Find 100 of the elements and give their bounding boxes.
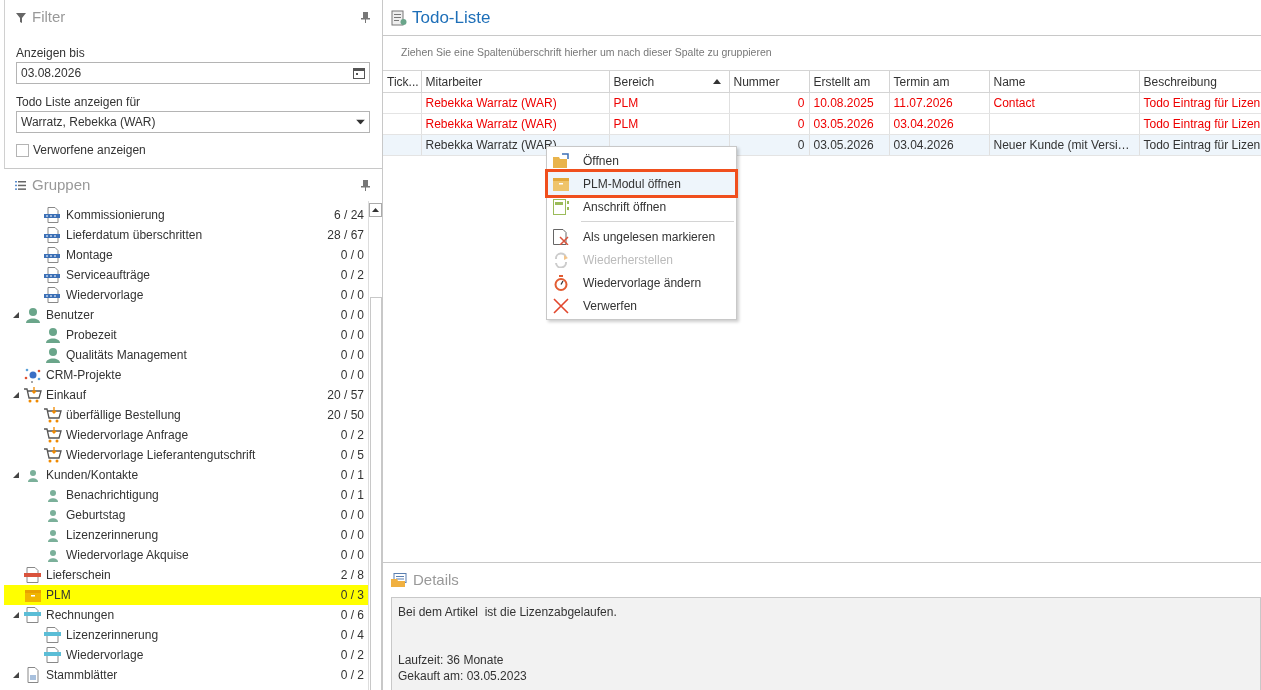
- tree-item[interactable]: PLM 0 / 3: [4, 585, 368, 605]
- tree-item[interactable]: Serviceaufträge 0 / 2: [4, 265, 368, 285]
- count-label: 28 / 67: [327, 227, 364, 244]
- count-label: 0 / 2: [340, 267, 364, 284]
- menu-item[interactable]: Verwerfen: [548, 294, 735, 317]
- box-icon: [24, 587, 42, 603]
- tree-item[interactable]: Lieferdatum überschritten 28 / 67: [4, 225, 368, 245]
- table-cell: 10.08.2025: [813, 96, 874, 110]
- table-cell: Todo Eintrag für Lizen: [1143, 138, 1261, 152]
- checklist-icon: [391, 9, 407, 26]
- tree-item[interactable]: Benutzer 0 / 0: [4, 305, 368, 325]
- folder-icon: [553, 152, 569, 169]
- tree-item[interactable]: Montage 0 / 0: [4, 245, 368, 265]
- table-cell: 0: [797, 138, 805, 152]
- tree-item[interactable]: Lieferschein 2 / 8: [4, 565, 368, 585]
- count-label: 20 / 57: [327, 387, 364, 404]
- document-icon: [44, 207, 62, 223]
- table-row[interactable]: Rebekka Warratz (WAR) PLM 0 10.08.2025 11.07.2026 Contact Todo Eintrag für Lizen: [383, 92, 1261, 114]
- table-cell: Todo Eintrag für Lizen: [1143, 96, 1261, 110]
- panel-title: Todo-Liste: [412, 6, 491, 29]
- count-label: 0 / 5: [340, 447, 364, 464]
- tree-item[interactable]: überfällige Bestellung 20 / 50: [4, 405, 368, 425]
- column-header[interactable]: Nummer: [729, 70, 809, 93]
- checkbox-label: Verworfene anzeigen: [33, 142, 146, 159]
- count-label: 0 / 1: [340, 487, 364, 504]
- table-cell: PLM: [613, 96, 639, 110]
- envelope-cross-icon: [553, 228, 569, 245]
- tree-item[interactable]: Lizenzerinnerung 0 / 0: [4, 525, 368, 545]
- tree-item[interactable]: Wiedervorlage Akquise 0 / 0: [4, 545, 368, 565]
- calendar-icon: [353, 67, 365, 79]
- column-header[interactable]: Termin am: [889, 70, 989, 93]
- tree-item[interactable]: Wiedervorlage Lieferantengutschrift 0 / 5: [4, 445, 368, 465]
- details-text: Gekauft am: 03.05.2023: [398, 668, 528, 684]
- field-label: Todo Liste anzeigen für: [16, 94, 142, 109]
- expanded-arrow-icon: [13, 612, 19, 618]
- tree-item[interactable]: Stammblätter 0 / 2: [4, 665, 368, 685]
- tree-item[interactable]: Benachrichtigung 0 / 1: [4, 485, 368, 505]
- expanded-arrow-icon: [13, 312, 19, 318]
- expanded-arrow-icon: [13, 672, 19, 678]
- tree-item[interactable]: Wiedervorlage Anfrage 0 / 2: [4, 425, 368, 445]
- panel-title: Filter: [32, 7, 66, 28]
- tree-item[interactable]: Qualitäts Management 0 / 0: [4, 345, 368, 365]
- menu-item[interactable]: Wiedervorlage ändern: [548, 271, 735, 294]
- tree-item[interactable]: Einkauf 20 / 57: [4, 385, 368, 405]
- tree-item[interactable]: Geburtstag 0 / 0: [4, 505, 368, 525]
- menu-item[interactable]: Anschrift öffnen: [548, 195, 735, 218]
- count-label: 0 / 2: [340, 667, 364, 684]
- list-icon: [15, 180, 26, 190]
- document-icon: [44, 647, 62, 663]
- count-label: 0 / 2: [340, 427, 364, 444]
- filter-icon: [16, 12, 26, 23]
- column-header[interactable]: Tick...: [383, 70, 421, 93]
- person-icon: [44, 327, 62, 343]
- count-label: 0 / 6: [340, 607, 364, 624]
- scroll-up-button[interactable]: [369, 203, 382, 217]
- tree-item[interactable]: Probezeit 0 / 0: [4, 325, 368, 345]
- panel-title: Gruppen: [32, 174, 91, 195]
- document-icon: [44, 627, 62, 643]
- tree-item[interactable]: Rechnungen 0 / 6: [4, 605, 368, 625]
- scrollbar-thumb[interactable]: [369, 297, 382, 690]
- table-cell: 03.05.2026: [813, 138, 874, 152]
- tree-item[interactable]: CRM-Projekte 0 / 0: [4, 365, 368, 385]
- count-label: 2 / 8: [340, 567, 364, 584]
- pin-icon: [361, 179, 370, 191]
- column-header[interactable]: Beschreibung: [1139, 70, 1261, 93]
- tree-item[interactable]: Lizenzerinnerung 0 / 4: [4, 625, 368, 645]
- person-icon: [24, 307, 42, 323]
- address-card-icon: [553, 198, 569, 215]
- count-label: 0 / 0: [340, 547, 364, 564]
- date-field[interactable]: 03.08.2026: [16, 62, 370, 84]
- dropdown-arrow-icon: [356, 119, 365, 125]
- table-row[interactable]: Rebekka Warratz (WAR) PLM 0 03.05.2026 03.04.2026 Todo Eintrag für Lizen: [383, 113, 1261, 135]
- panel-title: Details: [413, 569, 459, 590]
- table-cell: Neuer Kunde (mit Versi…: [993, 138, 1130, 152]
- column-header[interactable]: Mitarbeiter: [421, 70, 609, 93]
- tree-item[interactable]: Kunden/Kontakte 0 / 1: [4, 465, 368, 485]
- count-label: 0 / 2: [340, 647, 364, 664]
- table-cell: 03.05.2026: [813, 117, 874, 131]
- tree-item[interactable]: Wiedervorlage 0 / 2: [4, 645, 368, 665]
- table-cell: Contact: [993, 96, 1035, 110]
- scroll-up-icon: [372, 208, 379, 212]
- details-text: Bei dem Artikel ist die Lizenzabgelaufen.: [398, 604, 618, 620]
- menu-item[interactable]: Als ungelesen markieren: [548, 225, 735, 248]
- person-dropdown[interactable]: Warratz, Rebekka (WAR): [16, 111, 370, 133]
- tree-item[interactable]: Kommissionierung 6 / 24: [4, 205, 368, 225]
- menu-item[interactable]: PLM-Modul öffnen: [548, 172, 735, 195]
- expanded-arrow-icon: [13, 392, 19, 398]
- table-cell: PLM: [613, 117, 639, 131]
- table-cell: 0: [797, 96, 805, 110]
- checkbox[interactable]: [16, 143, 29, 157]
- table-cell: Rebekka Warratz (WAR): [425, 96, 557, 110]
- column-header[interactable]: Bereich: [609, 70, 729, 93]
- column-header[interactable]: Erstellt am: [809, 70, 889, 93]
- expanded-arrow-icon: [13, 472, 19, 478]
- count-label: 0 / 0: [340, 367, 364, 384]
- stopwatch-icon: [553, 274, 569, 291]
- count-label: 0 / 0: [340, 327, 364, 344]
- document-icon: [24, 567, 42, 583]
- column-header[interactable]: Name: [989, 70, 1139, 93]
- tree-item[interactable]: Wiedervorlage 0 / 0: [4, 285, 368, 305]
